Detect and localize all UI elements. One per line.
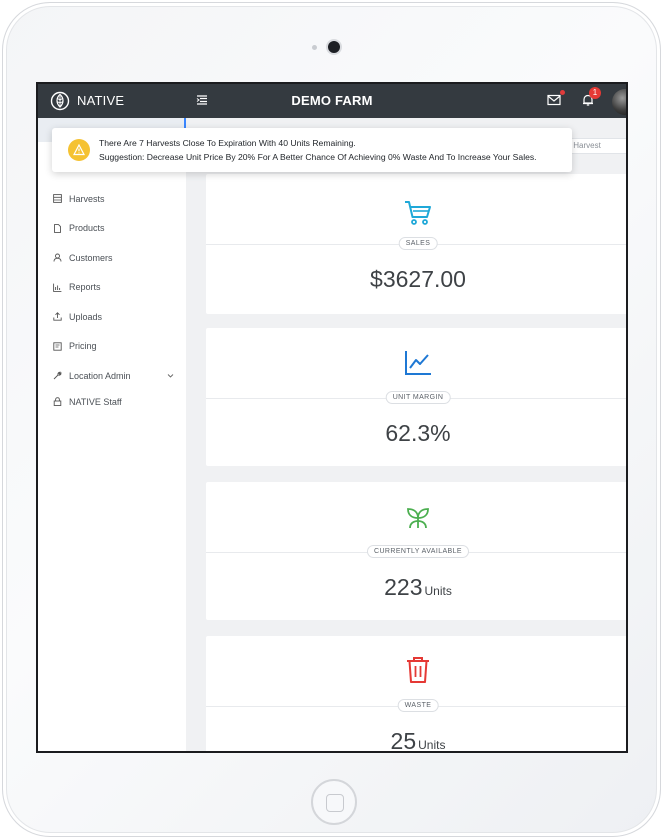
sidebar-item-label: Reports bbox=[69, 282, 101, 293]
sidebar-item-label: Uploads bbox=[69, 311, 103, 322]
upload-icon bbox=[53, 312, 62, 321]
sidebar-item-products[interactable]: Products bbox=[38, 214, 186, 244]
available-card: CURRENTLY AVAILABLE 223 Units bbox=[206, 482, 626, 620]
sidebar-item-native-staff[interactable]: NATIVE Staff bbox=[38, 391, 186, 413]
file-icon bbox=[54, 223, 61, 233]
unit-margin-card: UNIT MARGIN 62.3% bbox=[206, 328, 626, 466]
card-label: WASTE bbox=[397, 699, 439, 712]
sales-card: SALES $3627.00 bbox=[206, 174, 626, 314]
user-avatar[interactable] bbox=[612, 89, 626, 115]
cart-icon bbox=[405, 201, 431, 225]
sidebar-item-customers[interactable]: Customers bbox=[38, 243, 186, 273]
lock-icon bbox=[53, 397, 62, 406]
sidebar-item-reports[interactable]: Reports bbox=[38, 273, 186, 303]
proximity-sensor bbox=[312, 45, 317, 50]
home-button[interactable] bbox=[311, 779, 357, 825]
sidebar-item-label: Products bbox=[69, 223, 105, 234]
trash-icon bbox=[407, 657, 429, 683]
margin-value: 62.3% bbox=[206, 420, 626, 447]
tag-icon bbox=[53, 342, 62, 351]
sidebar: Harvests Products Customers Reports Uplo… bbox=[38, 118, 186, 751]
sprout-icon bbox=[407, 508, 429, 529]
user-icon bbox=[53, 253, 62, 262]
sidebar-item-label: Pricing bbox=[69, 341, 97, 352]
sidebar-item-label: Harvests bbox=[69, 193, 105, 204]
farm-title: DEMO FARM bbox=[291, 93, 373, 108]
sidebar-item-label: Location Admin bbox=[69, 370, 131, 381]
card-unit: Units bbox=[424, 584, 452, 598]
card-value: $3627.00 bbox=[370, 266, 466, 292]
mail-icon[interactable] bbox=[547, 94, 561, 106]
sidebar-item-label: NATIVE Staff bbox=[69, 396, 122, 407]
list-icon bbox=[53, 194, 62, 204]
card-value: 25 bbox=[390, 728, 417, 753]
warning-icon bbox=[68, 139, 90, 161]
chevron-down-icon[interactable] bbox=[167, 372, 174, 379]
card-value: 62.3% bbox=[385, 420, 451, 446]
bar-chart-icon bbox=[53, 283, 62, 292]
card-label: UNIT MARGIN bbox=[385, 391, 451, 404]
mail-unread-dot bbox=[560, 90, 565, 95]
top-navbar: NATIVE DEMO FARM 1 bbox=[38, 84, 626, 118]
waste-card: WASTE 25 Units bbox=[206, 636, 626, 753]
card-label: SALES bbox=[398, 237, 438, 250]
sidebar-item-label: Customers bbox=[69, 252, 113, 263]
front-camera bbox=[328, 41, 340, 53]
notification-badge: 1 bbox=[589, 87, 601, 99]
expiration-alert[interactable]: There Are 7 Harvests Close To Expiration… bbox=[52, 128, 572, 172]
sidebar-item-harvests[interactable]: Harvests bbox=[38, 184, 186, 214]
wrench-icon bbox=[53, 371, 62, 380]
waste-value: 25 Units bbox=[206, 728, 626, 753]
line-chart-icon bbox=[405, 351, 431, 375]
sidebar-item-uploads[interactable]: Uploads bbox=[38, 302, 186, 332]
sidebar-item-location-admin[interactable]: Location Admin bbox=[38, 361, 186, 391]
alert-suggestion: Suggestion: Decrease Unit Price By 20% F… bbox=[99, 152, 537, 162]
app-screen: NATIVE DEMO FARM 1 Harvests Products Cus… bbox=[36, 82, 628, 753]
alert-message: There Are 7 Harvests Close To Expiration… bbox=[99, 138, 356, 148]
sidebar-item-pricing[interactable]: Pricing bbox=[38, 332, 186, 362]
card-value: 223 bbox=[384, 574, 423, 600]
available-value: 223 Units bbox=[206, 574, 626, 601]
sidebar-nav: Harvests Products Customers Reports Uplo… bbox=[38, 184, 186, 413]
card-unit: Units bbox=[418, 738, 446, 752]
card-label: CURRENTLY AVAILABLE bbox=[366, 545, 470, 558]
sales-value: $3627.00 bbox=[206, 266, 626, 293]
